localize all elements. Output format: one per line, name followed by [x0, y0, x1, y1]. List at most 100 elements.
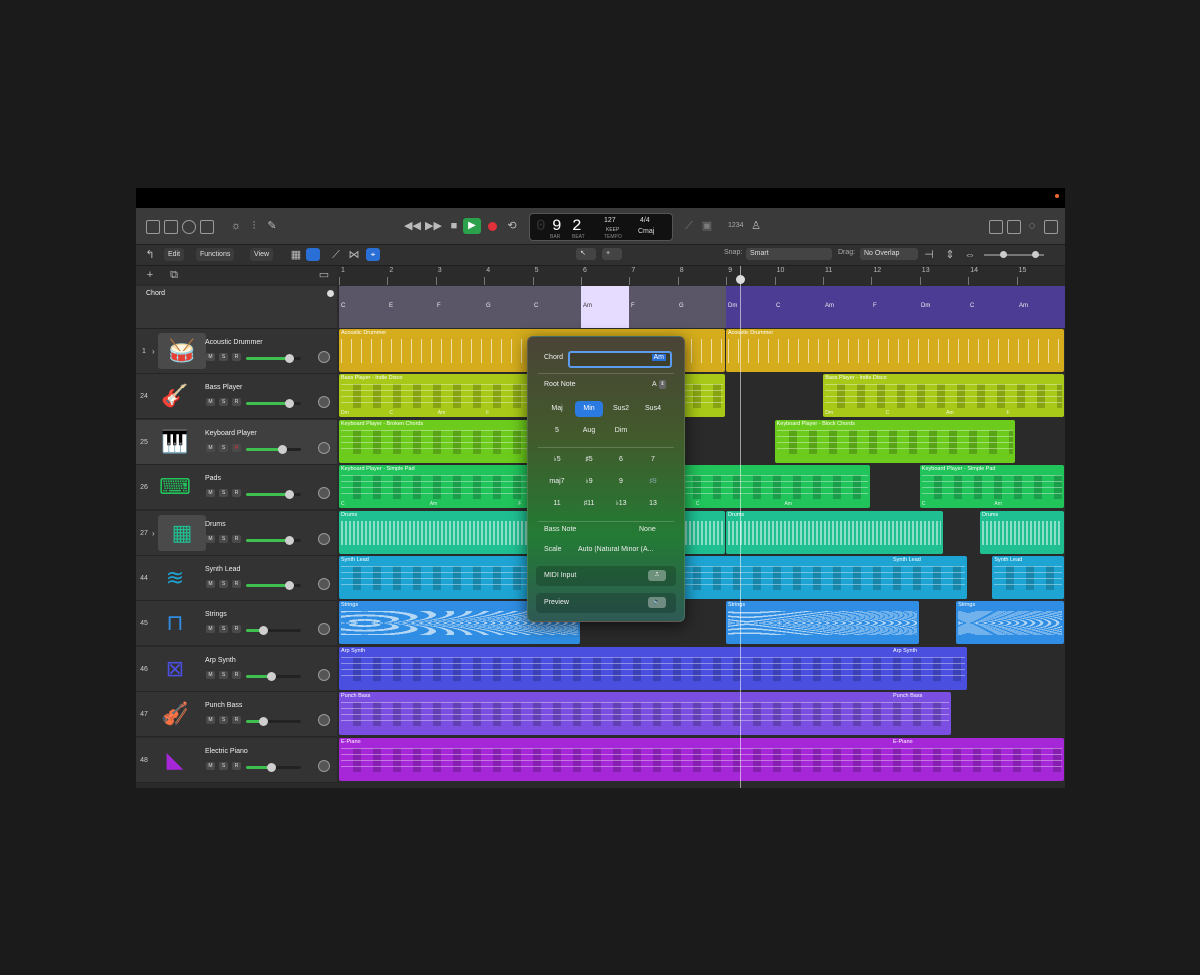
grid-view-icon[interactable]: ▦ — [288, 247, 304, 263]
chord-label[interactable]: G — [486, 303, 491, 309]
chord-label[interactable]: Dm — [921, 303, 930, 309]
region[interactable]: E-Piano — [339, 737, 1064, 781]
solo-button[interactable]: S — [219, 716, 228, 725]
volume-fader[interactable] — [246, 626, 301, 636]
bar-ruler[interactable]: 1 2 3 4 5 6 7 8 9 10 11 12 13 14 15 — [339, 266, 1065, 287]
record-enable-button[interactable]: R — [232, 489, 241, 498]
chord-extension-button[interactable]: ♭9 — [575, 474, 603, 490]
solo-button[interactable]: S — [219, 580, 228, 588]
solo-button[interactable]: S — [219, 489, 228, 498]
chord-quality-button[interactable]: Sus4 — [639, 401, 667, 417]
zoom-slider-knob[interactable] — [1000, 251, 1007, 258]
chord-label[interactable]: C — [776, 303, 780, 309]
volume-fader[interactable] — [246, 535, 301, 545]
region[interactable]: Acoustic Drummer — [725, 329, 1064, 372]
chord-extension-button[interactable]: 11 — [543, 496, 571, 512]
midi-input-row[interactable]: MIDI Input ⎍ — [536, 566, 676, 586]
track-name[interactable]: Electric Piano — [205, 748, 248, 755]
disclosure-chevron-icon[interactable]: › — [152, 529, 155, 538]
chord-label[interactable]: F — [437, 303, 441, 309]
inspector-icon[interactable] — [164, 220, 178, 234]
volume-fader[interactable] — [246, 581, 301, 590]
pan-knob[interactable] — [318, 714, 330, 727]
global-tracks-icon[interactable]: ▭ — [316, 267, 332, 283]
mixer-icon[interactable]: ⫶ — [246, 218, 262, 234]
browsers-icon[interactable] — [1044, 220, 1058, 234]
count-in-counter[interactable]: 1234 — [728, 222, 744, 229]
secondary-tool-select[interactable]: + — [602, 248, 622, 260]
pan-knob[interactable] — [318, 396, 330, 409]
bass-note-value[interactable]: None — [639, 526, 656, 533]
chord-quality-button[interactable]: Min — [575, 401, 603, 417]
chord-quality-button[interactable]: Sus2 — [607, 401, 635, 417]
speaker-icon[interactable]: 🔈 — [648, 597, 666, 608]
record-enable-button[interactable]: R — [232, 353, 241, 361]
volume-fader-knob[interactable] — [266, 762, 276, 772]
track-header[interactable]: 26 ⌨ Pads M S R — [136, 465, 337, 511]
mute-button[interactable]: M — [206, 443, 215, 452]
notepad-icon[interactable] — [1007, 220, 1021, 234]
region[interactable]: Drums — [980, 510, 1064, 554]
editors-icon[interactable]: ✎ — [264, 218, 280, 234]
chord-quality-button[interactable]: Maj — [543, 401, 571, 417]
quick-help-icon[interactable] — [182, 220, 196, 234]
chord-quality-button[interactable]: Aug — [575, 423, 603, 439]
track-name[interactable]: Synth Lead — [205, 566, 240, 573]
chord-extension-button[interactable]: ♭13 — [607, 496, 635, 512]
chord-extension-button[interactable]: 13 — [639, 496, 667, 512]
chord-quality-button[interactable]: Dim — [607, 423, 635, 439]
snap-select[interactable]: Smart — [746, 248, 832, 260]
chord-track-header[interactable]: Chord — [136, 286, 337, 329]
flex-icon[interactable]: ⋈ — [346, 247, 362, 263]
mute-button[interactable]: M — [206, 716, 215, 725]
track-header[interactable]: 25 🎹 Keyboard Player M S R — [136, 419, 337, 465]
volume-fader-knob[interactable] — [284, 399, 294, 409]
track-header[interactable]: 47 🎻 Punch Bass M S R — [136, 692, 337, 738]
drag-select[interactable]: No Overlap — [860, 248, 918, 260]
chord-extension-button[interactable]: ♯5 — [575, 452, 603, 468]
record-enable-button[interactable]: R — [232, 716, 241, 725]
rewind-icon[interactable]: ◀◀ — [404, 218, 421, 234]
region[interactable]: Keyboard Player - Block Chords — [774, 419, 1016, 463]
catch-icon[interactable]: ⌖ — [366, 248, 380, 261]
record-enable-button[interactable]: R — [232, 625, 241, 634]
tracks-area[interactable]: Acoustic Drummer Acoustic Drummer Bass Pla… — [339, 328, 1065, 788]
solo-button[interactable]: S — [219, 443, 228, 452]
mute-button[interactable]: M — [206, 534, 215, 543]
vertical-zoom-icon[interactable]: ⇕ — [942, 247, 958, 263]
track-name[interactable]: Strings — [205, 611, 227, 618]
playhead-handle[interactable] — [736, 275, 745, 284]
track-name[interactable]: Punch Bass — [205, 702, 242, 709]
solo-button[interactable]: S — [219, 398, 228, 407]
chord-extension-button[interactable]: 6 — [607, 452, 635, 468]
chord-label[interactable]: C — [970, 303, 974, 309]
pan-knob[interactable] — [318, 487, 330, 500]
solo-button[interactable]: S — [219, 670, 228, 679]
record-enable-button[interactable]: R — [232, 443, 241, 452]
volume-fader-knob[interactable] — [258, 717, 268, 727]
automation-icon[interactable]: ⟋ — [328, 247, 344, 263]
solo-button[interactable]: S — [219, 625, 228, 634]
fast-forward-icon[interactable]: ▶▶ — [425, 218, 442, 234]
list-editors-icon[interactable] — [989, 220, 1003, 234]
volume-fader-knob[interactable] — [284, 581, 294, 590]
volume-fader-knob[interactable] — [284, 535, 294, 545]
track-header[interactable]: 46 ⊠ Arp Synth M S R — [136, 646, 337, 692]
region[interactable]: Drums — [725, 510, 943, 554]
volume-fader[interactable] — [246, 354, 301, 363]
pan-knob[interactable] — [318, 623, 330, 636]
track-name[interactable]: Keyboard Player — [205, 430, 257, 437]
record-enable-button[interactable]: R — [232, 761, 241, 770]
pan-knob[interactable] — [318, 441, 330, 454]
count-in-icon[interactable]: ♙ — [748, 218, 764, 234]
record-enable-button[interactable]: R — [232, 398, 241, 407]
volume-fader[interactable] — [246, 762, 301, 772]
record-button[interactable] — [488, 222, 497, 231]
playhead[interactable] — [740, 266, 741, 788]
root-note-value[interactable]: A — [652, 381, 657, 388]
track-header[interactable]: 48 ◣ Electric Piano M S R — [136, 737, 337, 783]
volume-fader[interactable] — [246, 444, 301, 454]
region[interactable]: Punch Bass — [339, 692, 952, 736]
chord-extension-button[interactable]: maj7 — [543, 474, 571, 490]
metronome-icon[interactable]: ▣ — [699, 218, 715, 234]
